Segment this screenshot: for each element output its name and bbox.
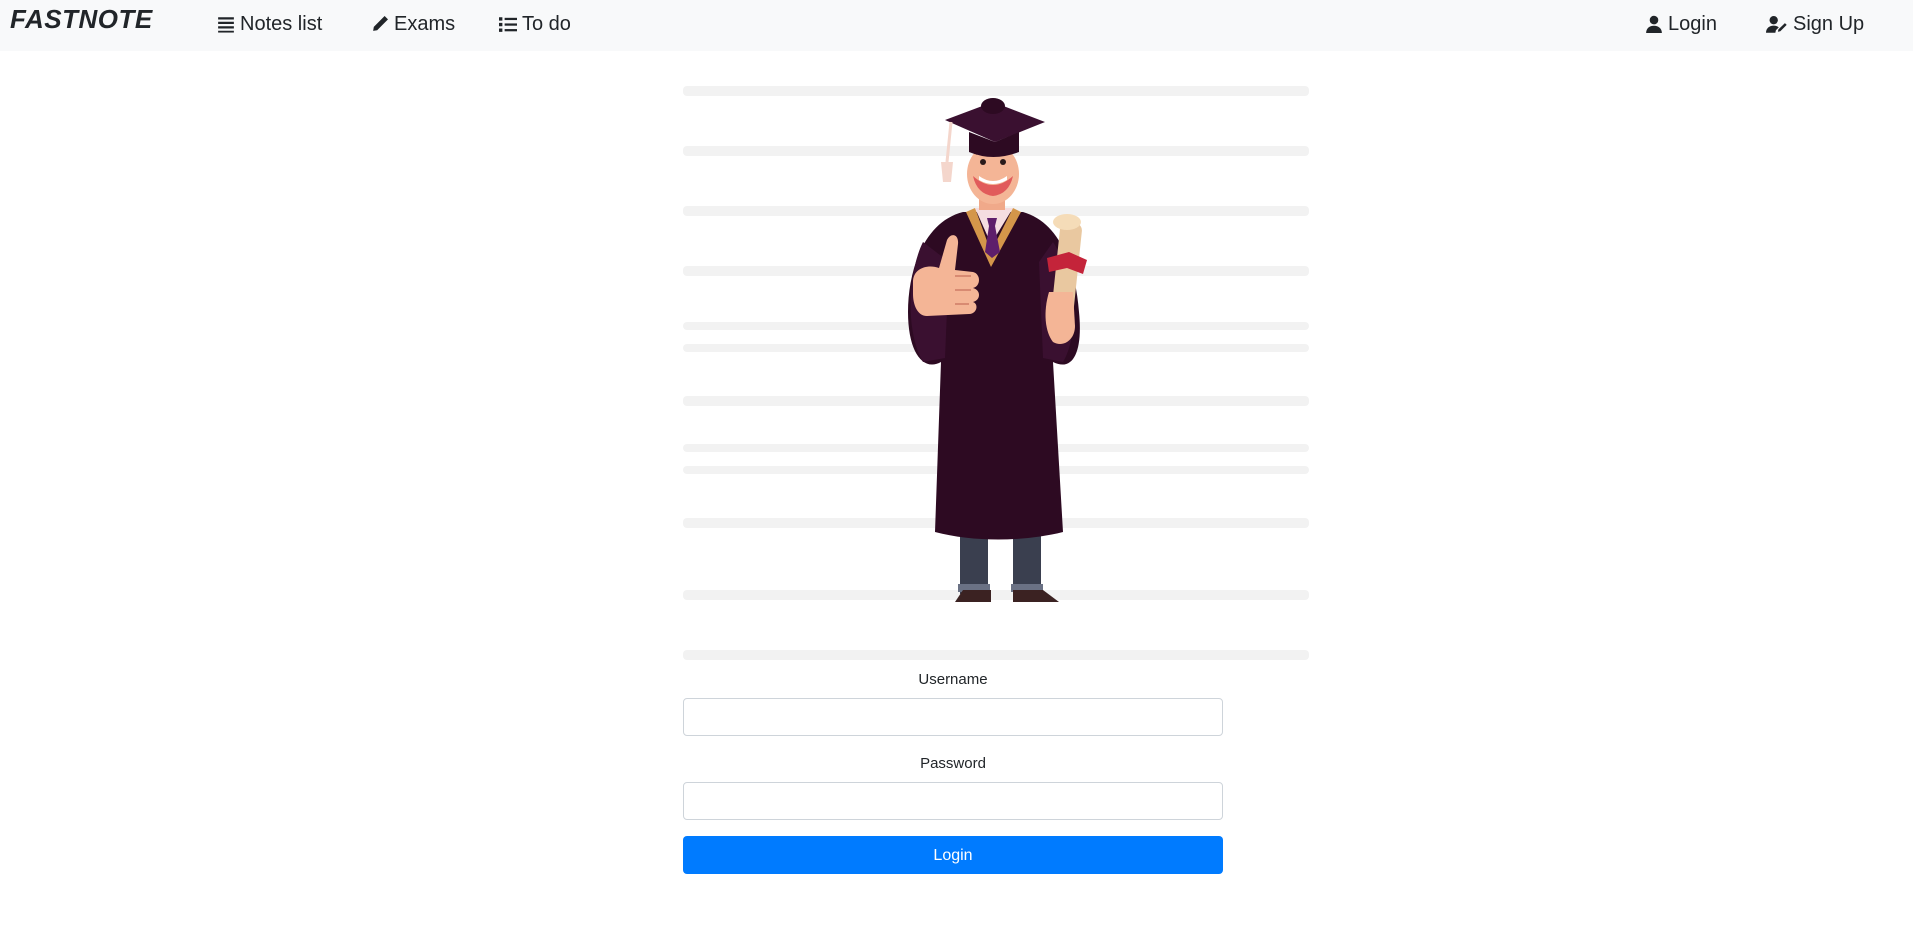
password-input[interactable] bbox=[683, 782, 1223, 820]
navbar: FASTNOTE Notes list Exams To do Login Si… bbox=[0, 0, 1913, 51]
nav-notes-list[interactable]: Notes list bbox=[216, 10, 322, 38]
nav-exams[interactable]: Exams bbox=[370, 10, 455, 38]
user-icon bbox=[1644, 14, 1664, 34]
nav-sign-up[interactable]: Sign Up bbox=[1765, 10, 1864, 38]
nav-login-label: Login bbox=[1668, 12, 1717, 35]
nav-sign-up-label: Sign Up bbox=[1793, 12, 1865, 35]
nav-notes-list-label: Notes list bbox=[240, 12, 323, 35]
bullet-list-icon bbox=[498, 14, 518, 34]
nav-login[interactable]: Login bbox=[1644, 10, 1717, 38]
login-form: Username Password Login bbox=[683, 670, 1223, 874]
hero-illustration bbox=[683, 72, 1309, 668]
graduate-illustration bbox=[683, 86, 1309, 660]
password-label: Password bbox=[920, 755, 986, 772]
user-edit-icon bbox=[1765, 14, 1789, 34]
login-button[interactable]: Login bbox=[683, 836, 1223, 874]
nav-to-do-label: To do bbox=[522, 12, 571, 35]
list-lines-icon bbox=[216, 14, 236, 34]
nav-to-do[interactable]: To do bbox=[498, 10, 571, 38]
brand-logo[interactable]: FASTNOTE bbox=[10, 4, 153, 35]
nav-exams-label: Exams bbox=[394, 12, 456, 35]
pencil-icon bbox=[370, 14, 390, 34]
username-input[interactable] bbox=[683, 698, 1223, 736]
username-label: Username bbox=[918, 671, 988, 688]
